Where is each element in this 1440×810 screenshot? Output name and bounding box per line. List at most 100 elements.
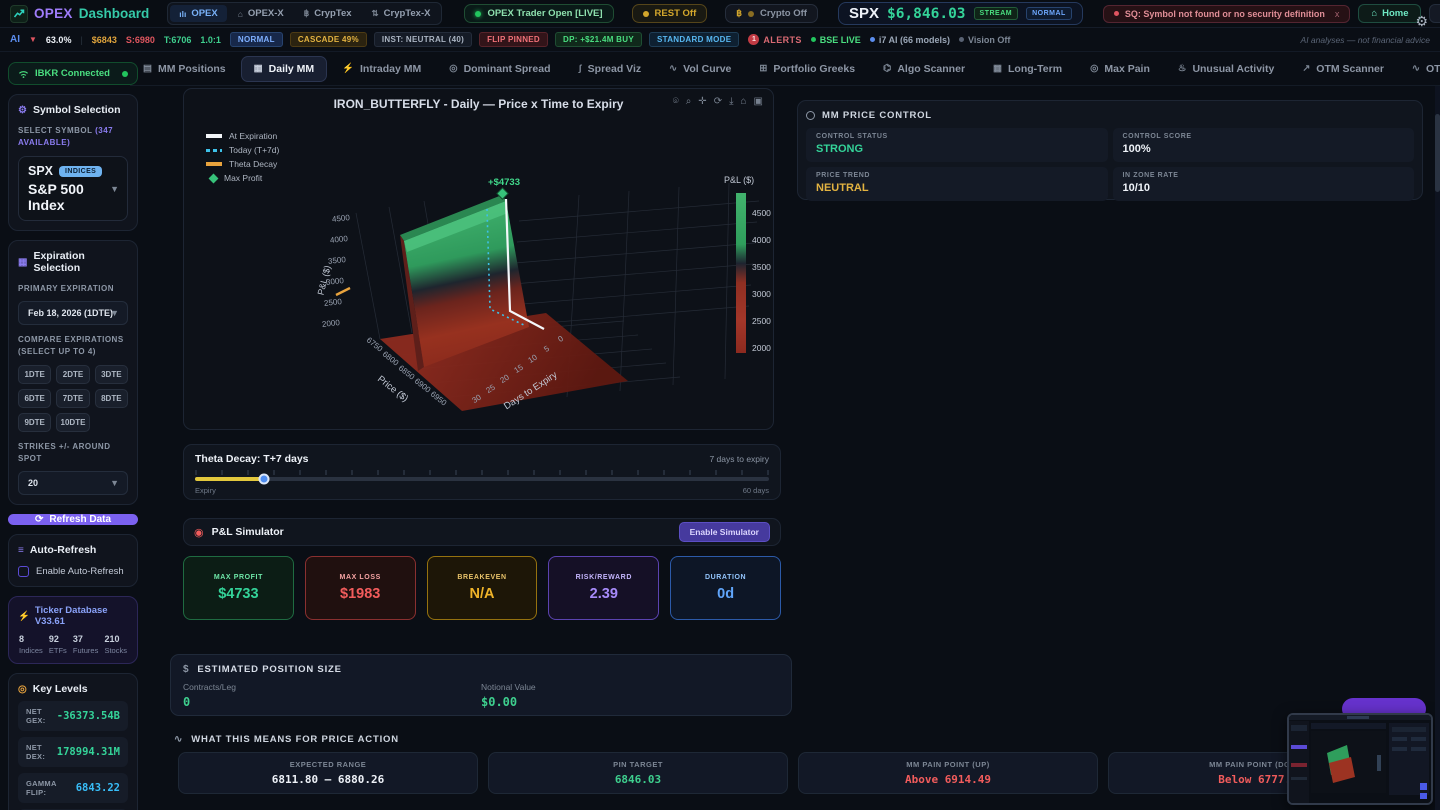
- feature-tab[interactable]: ∿ OTM Visualizer: [1399, 56, 1440, 82]
- ticker-database-card: ⚡Ticker Database V33.61 8 Indices 92 ETF…: [8, 596, 138, 664]
- market-tab[interactable]: ฿ CrypTex: [295, 5, 361, 22]
- dte-option-button[interactable]: 1DTE: [18, 365, 51, 384]
- key-level-label: NET GEX:: [26, 707, 57, 725]
- feature-tab[interactable]: ▤ MM Positions: [130, 56, 239, 82]
- alert-dismiss-button[interactable]: x: [1335, 9, 1340, 19]
- key-levels-title: Key Levels: [33, 683, 88, 695]
- feature-tab[interactable]: ⊞ Portfolio Greeks: [746, 56, 868, 82]
- status-dot-item[interactable]: i7 AI (66 models): [870, 35, 950, 45]
- crypto-toggle-label: Crypto Off: [760, 8, 807, 19]
- rest-dot-icon: [643, 11, 649, 17]
- feature-tab-label: OTM Visualizer: [1426, 63, 1440, 75]
- calendar-icon: ▦: [993, 63, 1002, 74]
- symbol-select[interactable]: SPX INDICES S&P 500 Index ▼: [18, 156, 128, 221]
- price-action-header: ∿ WHAT THIS MEANS FOR PRICE ACTION: [174, 734, 399, 745]
- status-dot-item[interactable]: Vision Off: [959, 35, 1010, 45]
- dte-option-button[interactable]: 7DTE: [56, 389, 89, 408]
- theme-button[interactable]: ☀ Classic Light: [1429, 4, 1440, 23]
- dte-option-button[interactable]: 3DTE: [95, 365, 128, 384]
- feature-tab-label: Long-Term: [1008, 63, 1062, 75]
- slider-max-label: 60 days: [743, 486, 769, 495]
- trend-up-icon: ↗: [1302, 63, 1310, 74]
- market-tab-label: CrypTex-X: [384, 8, 431, 19]
- ai-badge[interactable]: INST: NEUTRAL (40): [374, 32, 472, 47]
- dte-option-button[interactable]: 8DTE: [95, 389, 128, 408]
- app-logo: OPEX Dashboard: [10, 5, 149, 23]
- simulator-title: P&L Simulator: [212, 526, 284, 538]
- crypto-toggle[interactable]: ฿ Crypto Off: [725, 4, 818, 23]
- surface-plot[interactable]: +$4733 4500 4000 3500 3000 2500 2000 P&L…: [184, 89, 775, 431]
- feature-tab[interactable]: ⚡ Intraday MM: [329, 56, 434, 82]
- price-action-cards: EXPECTED RANGE 6811.80 — 6880.26 PIN TAR…: [178, 752, 1408, 794]
- feature-tab[interactable]: ◎ Dominant Spread: [436, 56, 563, 82]
- ticker-db-stats: 8 Indices 92 ETFs 37 Futures 210 Stocks: [18, 634, 128, 655]
- ai-badge[interactable]: NORMAL: [230, 32, 283, 47]
- db-stat-label: Indices: [19, 646, 43, 655]
- dollar-icon: $: [183, 664, 189, 675]
- svg-text:3000: 3000: [752, 289, 771, 299]
- dte-option-button[interactable]: 6DTE: [18, 389, 51, 408]
- db-stat-label: Stocks: [104, 646, 127, 655]
- primary-expiration-value: Feb 18, 2026 (1DTE): [28, 308, 113, 318]
- status-dot-item[interactable]: BSE LIVE: [811, 35, 861, 45]
- ai-badge[interactable]: FLIP PINNED: [479, 32, 548, 47]
- settings-gear-icon[interactable]: ⚙: [1415, 13, 1428, 30]
- ticker-symbol: SPX: [849, 5, 879, 22]
- slider-handle[interactable]: [258, 474, 269, 485]
- symbol-name: S&P 500 Index: [28, 181, 118, 213]
- dte-option-button[interactable]: 10DTE: [56, 413, 89, 432]
- status-dots: BSE LIVE i7 AI (66 models) Vision Off: [811, 35, 1011, 45]
- strikes-label: STRIKES +/- AROUND SPOT: [18, 441, 128, 465]
- metric-card: MAX PROFIT $4733: [183, 556, 294, 620]
- metric-value: 2.39: [590, 586, 618, 602]
- feature-tab[interactable]: ʃ Spread Viz: [566, 56, 655, 82]
- feature-tab-label: Algo Scanner: [897, 63, 965, 75]
- price-action-value: 6811.80 — 6880.26: [272, 773, 385, 786]
- auto-refresh-checkbox[interactable]: [18, 566, 29, 577]
- theta-slider[interactable]: [195, 477, 769, 481]
- refresh-icon: ⟳: [35, 514, 43, 525]
- dte-option-button[interactable]: 2DTE: [56, 365, 89, 384]
- metric-card: BREAKEVEN N/A: [427, 556, 538, 620]
- refresh-data-button[interactable]: ⟳ Refresh Data: [8, 514, 138, 525]
- refresh-label: Refresh Data: [49, 514, 111, 525]
- ai-badge[interactable]: DP: +$21.4M BUY: [555, 32, 642, 47]
- status-dot-icon: [811, 37, 816, 42]
- home-button[interactable]: ⌂ Home: [1358, 4, 1421, 23]
- ai-badge[interactable]: STANDARD MODE: [649, 32, 739, 47]
- lightning-icon: ⚡: [18, 611, 30, 622]
- scrollbar-thumb[interactable]: [1435, 114, 1440, 192]
- alert-text: SQ: Symbol not found or no security defi…: [1125, 9, 1325, 19]
- feature-tab[interactable]: ⌬ Algo Scanner: [870, 56, 978, 82]
- colorbar: [736, 193, 746, 353]
- feature-tab[interactable]: ▦ Long-Term: [980, 56, 1075, 82]
- market-tab[interactable]: ⇅ CrypTex-X: [363, 5, 440, 22]
- position-field-value: 0: [183, 695, 481, 709]
- market-tab[interactable]: ılı OPEX: [170, 5, 227, 22]
- enable-simulator-button[interactable]: Enable Simulator: [679, 522, 770, 542]
- ai-confidence: 63.0%: [46, 35, 72, 45]
- rest-toggle[interactable]: REST Off: [632, 4, 708, 23]
- db-stat-value: 37: [73, 634, 98, 644]
- feature-tab[interactable]: ▦ Daily MM: [241, 56, 328, 82]
- market-tab-label: OPEX: [191, 8, 217, 19]
- scrollbar-track[interactable]: [1435, 86, 1440, 810]
- feature-tab-label: Spread Viz: [588, 63, 642, 75]
- theta-decay-card: Theta Decay: T+7 days 7 days to expiry E…: [183, 444, 781, 500]
- strikes-select[interactable]: 20 ▼: [18, 471, 128, 495]
- position-field-value: $0.00: [481, 695, 779, 709]
- dte-option-button[interactable]: 9DTE: [18, 413, 51, 432]
- alerts-indicator[interactable]: 1 ALERTS: [748, 34, 801, 45]
- ai-badge[interactable]: CASCADE 49%: [290, 32, 367, 47]
- feature-tab[interactable]: ∿ Vol Curve: [656, 56, 744, 82]
- price-action-value: Above 6914.49: [905, 773, 991, 786]
- feature-tab[interactable]: ◎ Max Pain: [1077, 56, 1163, 82]
- svg-text:4500: 4500: [752, 208, 771, 218]
- feature-tab[interactable]: ↗ OTM Scanner: [1289, 56, 1397, 82]
- max-profit-annotation: +$4733: [488, 177, 520, 188]
- svg-text:4000: 4000: [330, 234, 349, 245]
- market-tab[interactable]: ⌂ OPEX-X: [229, 5, 293, 22]
- feature-tab[interactable]: ♨ Unusual Activity: [1165, 56, 1287, 82]
- primary-expiration-select[interactable]: Feb 18, 2026 (1DTE) ▼: [18, 301, 128, 325]
- screen-preview-thumbnail[interactable]: [1287, 713, 1433, 805]
